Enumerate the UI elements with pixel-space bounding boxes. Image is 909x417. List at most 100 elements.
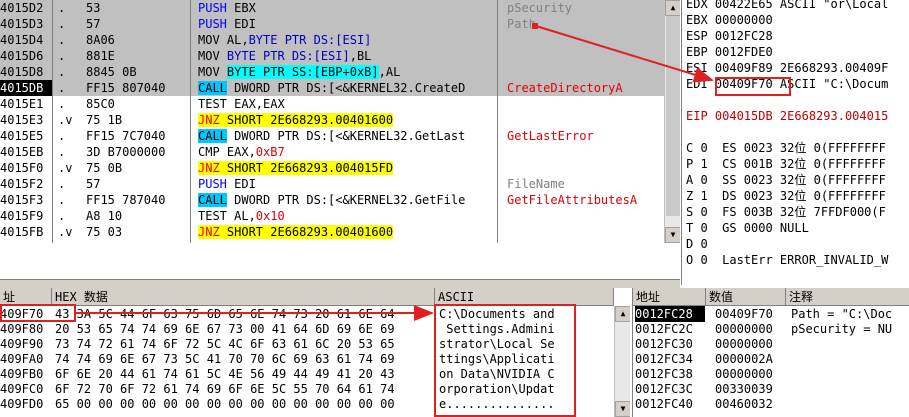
register-row[interactable]: Z 1 DS 0023 32位 0(FFFFFFFF — [686, 188, 909, 204]
disasm-bytes: 85C0 — [86, 97, 115, 111]
disasm-comment: GetLastError — [507, 129, 594, 143]
register-row[interactable]: EBP 0012FDE0 — [686, 44, 909, 60]
disasm-marker: . — [58, 33, 66, 47]
disasm-row[interactable]: 4015E5. FF15 7C7040 CALL DWORD PTR DS:[<&K… — [0, 128, 664, 144]
stack-value: 00460032 — [715, 397, 773, 411]
disasm-address: 4015D4 — [0, 33, 44, 47]
stack-row[interactable]: 0012FC34 0000002A — [633, 351, 909, 366]
stack-row[interactable]: 0012FC38 00000000 — [633, 366, 909, 381]
scroll-down-icon[interactable]: ▼ — [665, 227, 680, 243]
registers-pane[interactable]: EDX 00422E65 ASCII "or\Local EBX 00000000… — [681, 0, 909, 285]
instr-token: CALL — [198, 193, 227, 207]
disasm-address: 4015E1 — [0, 97, 44, 111]
stack-header-addr[interactable]: 地址 — [633, 288, 706, 306]
instr-token: PUSH — [198, 1, 227, 15]
disasm-instruction: PUSH EDI — [198, 16, 496, 32]
disasm-comment — [507, 96, 662, 112]
disasm-address: 4015F2 — [0, 177, 44, 191]
scroll-up-icon[interactable]: ▲ — [665, 0, 680, 16]
disasm-bytes: 75 1B — [86, 113, 123, 127]
instr-token: DWORD PTR DS:[<&KERNEL32.CreateD — [226, 81, 466, 95]
register-row[interactable]: T 0 GS 0000 NULL — [686, 220, 909, 236]
dump-hex: 43 3A 5C 44 6F 63 75 6D 65 6E 74 73 20 6… — [55, 307, 395, 321]
disasm-row[interactable]: 4015D6. 881E MOV BYTE PTR DS:[ESI],BL — [0, 48, 664, 64]
disasm-comment — [507, 160, 662, 176]
dump-scrollbar[interactable]: ▲ ▼ — [614, 306, 630, 417]
disasm-row[interactable]: 4015D4. 8A06 MOV AL,BYTE PTR DS:[ESI] — [0, 32, 664, 48]
instr-token: MOV AL, — [198, 33, 249, 47]
register-row[interactable]: A 0 SS 0023 32位 0(FFFFFFFF — [686, 172, 909, 188]
disasm-bytes: 8A06 — [86, 33, 115, 47]
disasm-comment — [507, 224, 662, 240]
disasm-row[interactable]: 4015EB. 3D B7000000 CMP EAX,0xB7 — [0, 144, 664, 160]
instr-token: DWORD PTR DS:[<&KERNEL32.GetFile — [226, 193, 466, 207]
register-row[interactable]: EBX 00000000 — [686, 12, 909, 28]
register-row[interactable] — [686, 268, 909, 284]
stack-header-value[interactable]: 数值 — [706, 288, 786, 306]
disasm-address: 4015D8 — [0, 65, 44, 79]
register-row[interactable]: EIP 004015DB 2E668293.004015 — [686, 108, 909, 124]
stack-row[interactable]: 0012FC28 00409F70 Path = "C:\Doc — [633, 306, 909, 322]
disasm-bytes: 75 03 — [86, 225, 123, 239]
disasm-scrollbar[interactable]: ▲ ▼ — [664, 0, 680, 243]
annotation-box-edi — [715, 77, 791, 96]
instr-token: ,BL — [349, 49, 372, 63]
stack-pane[interactable]: 地址 数值 注释 0012FC28 00409F70 Path = "C:\Doc 0… — [632, 288, 909, 417]
instr-token: TEST AL, — [198, 209, 256, 223]
instr-token: 0x10 — [255, 209, 285, 223]
stack-row[interactable]: 0012FC3C 00330039 — [633, 381, 909, 396]
instr-token: EDI — [226, 17, 256, 31]
stack-comment — [791, 336, 909, 352]
stack-value: 00330039 — [715, 382, 773, 396]
disasm-row[interactable]: 4015FB .v 75 03 JNZ SHORT 2E668293.00401600 — [0, 224, 664, 240]
stack-row[interactable]: 0012FC30 00000000 — [633, 336, 909, 351]
disasm-row[interactable]: 4015DB. FF15 807040 CALL DWORD PTR DS:[<&K… — [0, 80, 664, 96]
hscroll-disasm[interactable] — [0, 279, 680, 288]
register-row[interactable]: D 0 — [686, 236, 909, 252]
register-row[interactable]: C 0 ES 0023 32位 0(FFFFFFFF — [686, 140, 909, 156]
disasm-instruction: PUSH EDI — [198, 176, 496, 192]
disasm-bytes: 57 — [86, 17, 101, 31]
disasm-instruction: MOV BYTE PTR DS:[ESI],BL — [198, 48, 496, 64]
disasm-row[interactable]: 4015F2. 57 PUSH EDI FileName — [0, 176, 664, 192]
disasm-comment — [507, 32, 662, 48]
disasm-comment: GetFileAttributesA — [507, 193, 638, 207]
disasm-comment — [507, 64, 662, 80]
register-row[interactable]: EDX 00422E65 ASCII "or\Local — [686, 0, 909, 12]
scroll-up-icon[interactable]: ▲ — [615, 306, 630, 322]
stack-comment — [791, 381, 909, 397]
stack-row[interactable]: 0012FC40 00460032 — [633, 396, 909, 411]
disasm-row[interactable]: 4015E1. 85C0 TEST EAX,EAX — [0, 96, 664, 112]
instr-token: MOV — [198, 65, 227, 79]
disasm-row[interactable]: 4015F3. FF15 787040 CALL DWORD PTR DS:[<&K… — [0, 192, 664, 208]
dump-address: 409FB0 — [0, 367, 44, 381]
register-row[interactable]: S 0 FS 003B 32位 7FFDF000(F — [686, 204, 909, 220]
scroll-down-icon[interactable]: ▼ — [615, 401, 630, 417]
disasm-instruction: CALL DWORD PTR DS:[<&KERNEL32.GetFile — [198, 192, 496, 208]
instr-token: EBX — [226, 1, 256, 15]
disasm-row[interactable]: 4015F0 .v 75 0B JNZ SHORT 2E668293.004015FD — [0, 160, 664, 176]
disasm-row[interactable]: 4015D3. 57 PUSH EDI Path — [0, 16, 664, 32]
register-row[interactable]: ESI 00409F89 2E668293.00409F — [686, 60, 909, 76]
instr-token: CMP EAX, — [198, 145, 256, 159]
dump-header-hex[interactable]: HEX 数据 — [52, 288, 435, 306]
disassembly-pane[interactable]: 4015D2. 53 PUSH EBX pSecurity 4015D3. 57 PUSH … — [0, 0, 680, 243]
disasm-marker: .v — [58, 225, 73, 239]
register-row[interactable]: EFL 00000246 (NO,NB,E,BE,NS, — [686, 284, 909, 285]
disasm-row[interactable]: 4015F9. A8 10 TEST AL,0x10 — [0, 208, 664, 224]
stack-header-comment[interactable]: 注释 — [786, 288, 909, 306]
dump-address: 409FA0 — [0, 352, 44, 366]
disasm-row[interactable]: 4015D2. 53 PUSH EBX pSecurity — [0, 0, 664, 16]
disasm-bytes: 3D B7000000 — [86, 145, 166, 159]
register-row[interactable]: ESP 0012FC28 — [686, 28, 909, 44]
scroll-thumb[interactable] — [666, 16, 680, 216]
disasm-comment: FileName — [507, 177, 565, 191]
disasm-col-sep — [497, 0, 498, 243]
disasm-row[interactable]: 4015E3 .v 75 1B JNZ SHORT 2E668293.00401600 — [0, 112, 664, 128]
register-row[interactable]: P 1 CS 001B 32位 0(FFFFFFFF — [686, 156, 909, 172]
dump-hex: 74 74 69 6E 67 73 5C 41 70 70 6C 69 63 6… — [55, 352, 395, 366]
stack-row[interactable]: 0012FC2C 00000000 pSecurity = NU — [633, 321, 909, 336]
register-row[interactable]: O 0 LastErr ERROR_INVALID_W — [686, 252, 909, 268]
disasm-row[interactable]: 4015D8. 8845 0B MOV BYTE PTR SS:[EBP+0xB],… — [0, 64, 664, 80]
register-row[interactable] — [686, 124, 909, 140]
